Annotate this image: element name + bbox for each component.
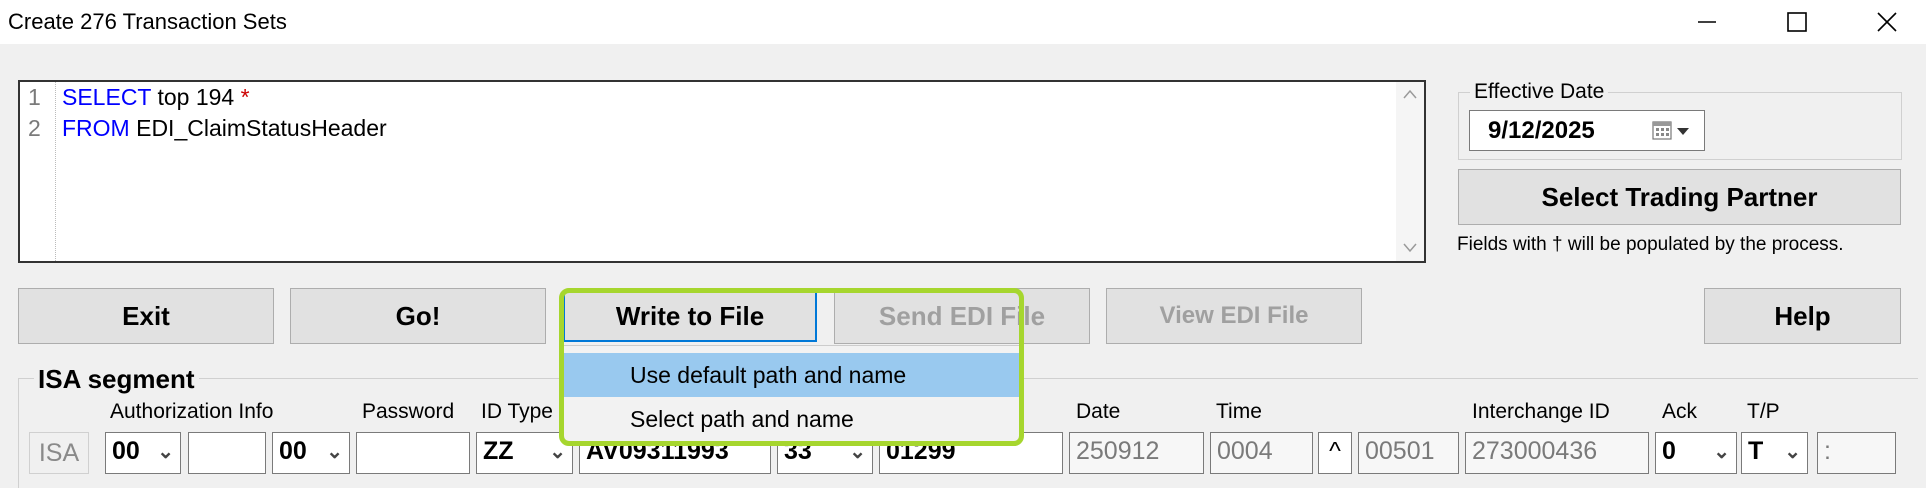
id-type-value: ZZ <box>483 437 514 465</box>
auth-qualifier-select[interactable]: 00 ⌄ <box>105 432 181 474</box>
highlight-outline <box>559 288 1024 446</box>
window-title: Create 276 Transaction Sets <box>8 9 287 34</box>
view-edi-file-button: View EDI File <box>1106 288 1362 344</box>
calendar-icon[interactable] <box>1652 120 1696 142</box>
password-input[interactable] <box>356 432 470 474</box>
code-text: top 194 <box>151 84 241 110</box>
tp-value: T <box>1748 437 1764 465</box>
interchange-id-label: Interchange ID <box>1472 400 1610 423</box>
time-field: 0004 <box>1210 432 1313 474</box>
ack-label: Ack <box>1662 400 1698 423</box>
scroll-up-icon[interactable] <box>1402 88 1418 100</box>
chevron-down-icon: ⌄ <box>1713 441 1730 463</box>
effective-date-value: 9/12/2025 <box>1488 117 1595 144</box>
exit-button[interactable]: Exit <box>18 288 274 344</box>
code-line: FROM EDI_ClaimStatusHeader <box>62 115 387 142</box>
authorization-info-label: Authorization Info <box>110 400 274 423</box>
sql-editor[interactable]: 1 SELECT top 194 * 2 FROM EDI_ClaimStatu… <box>18 80 1426 263</box>
chevron-down-icon: ⌄ <box>157 441 174 463</box>
repetition-separator-input[interactable]: ^ <box>1318 432 1352 474</box>
chevron-down-icon: ⌄ <box>1784 441 1801 463</box>
interchange-id-field: 273000436 <box>1465 432 1649 474</box>
password-qualifier-value: 00 <box>279 437 307 465</box>
maximize-icon <box>1787 12 1807 32</box>
scroll-down-icon[interactable] <box>1402 242 1418 254</box>
select-trading-partner-button[interactable]: Select Trading Partner <box>1458 169 1901 225</box>
date-label: Date <box>1076 400 1121 423</box>
auth-qualifier-value: 00 <box>112 437 140 465</box>
effective-date-picker[interactable]: 9/12/2025 <box>1469 110 1705 151</box>
component-separator-input[interactable]: : <box>1817 432 1896 474</box>
auth-info-input[interactable] <box>188 432 266 474</box>
code-text: EDI_ClaimStatusHeader <box>129 115 387 141</box>
line-number: 2 <box>28 115 41 141</box>
code-line: SELECT top 194 * <box>62 84 250 111</box>
tp-select[interactable]: T ⌄ <box>1741 432 1808 474</box>
sql-star: * <box>240 84 250 110</box>
help-button[interactable]: Help <box>1704 288 1901 344</box>
title-bar <box>0 0 1926 44</box>
password-label: Password <box>362 400 455 423</box>
password-qualifier-select[interactable]: 00 ⌄ <box>272 432 350 474</box>
date-field: 250912 <box>1069 432 1204 474</box>
chevron-down-icon: ⌄ <box>326 441 343 463</box>
ack-select[interactable]: 0 ⌄ <box>1655 432 1737 474</box>
ack-value: 0 <box>1662 437 1676 465</box>
sql-keyword: FROM <box>62 115 130 141</box>
line-number: 1 <box>28 84 41 110</box>
time-label: Time <box>1216 400 1262 423</box>
vertical-scrollbar[interactable] <box>1396 82 1424 261</box>
populated-fields-note: Fields with † will be populated by the p… <box>1457 234 1844 255</box>
isa-segment-id: ISA <box>29 432 89 474</box>
tp-label: T/P <box>1747 400 1780 423</box>
sql-keyword: SELECT <box>62 84 152 110</box>
isa-section-label: ISA segment <box>34 364 199 395</box>
close-icon <box>1877 12 1897 32</box>
version-field: 00501 <box>1358 432 1459 474</box>
minimize-button[interactable] <box>1672 0 1742 44</box>
close-button[interactable] <box>1852 0 1922 44</box>
maximize-button[interactable] <box>1762 0 1832 44</box>
effective-date-label: Effective Date <box>1470 80 1609 104</box>
id-type-label: ID Type <box>481 400 553 423</box>
minimize-icon <box>1698 21 1716 23</box>
go-button[interactable]: Go! <box>290 288 546 344</box>
